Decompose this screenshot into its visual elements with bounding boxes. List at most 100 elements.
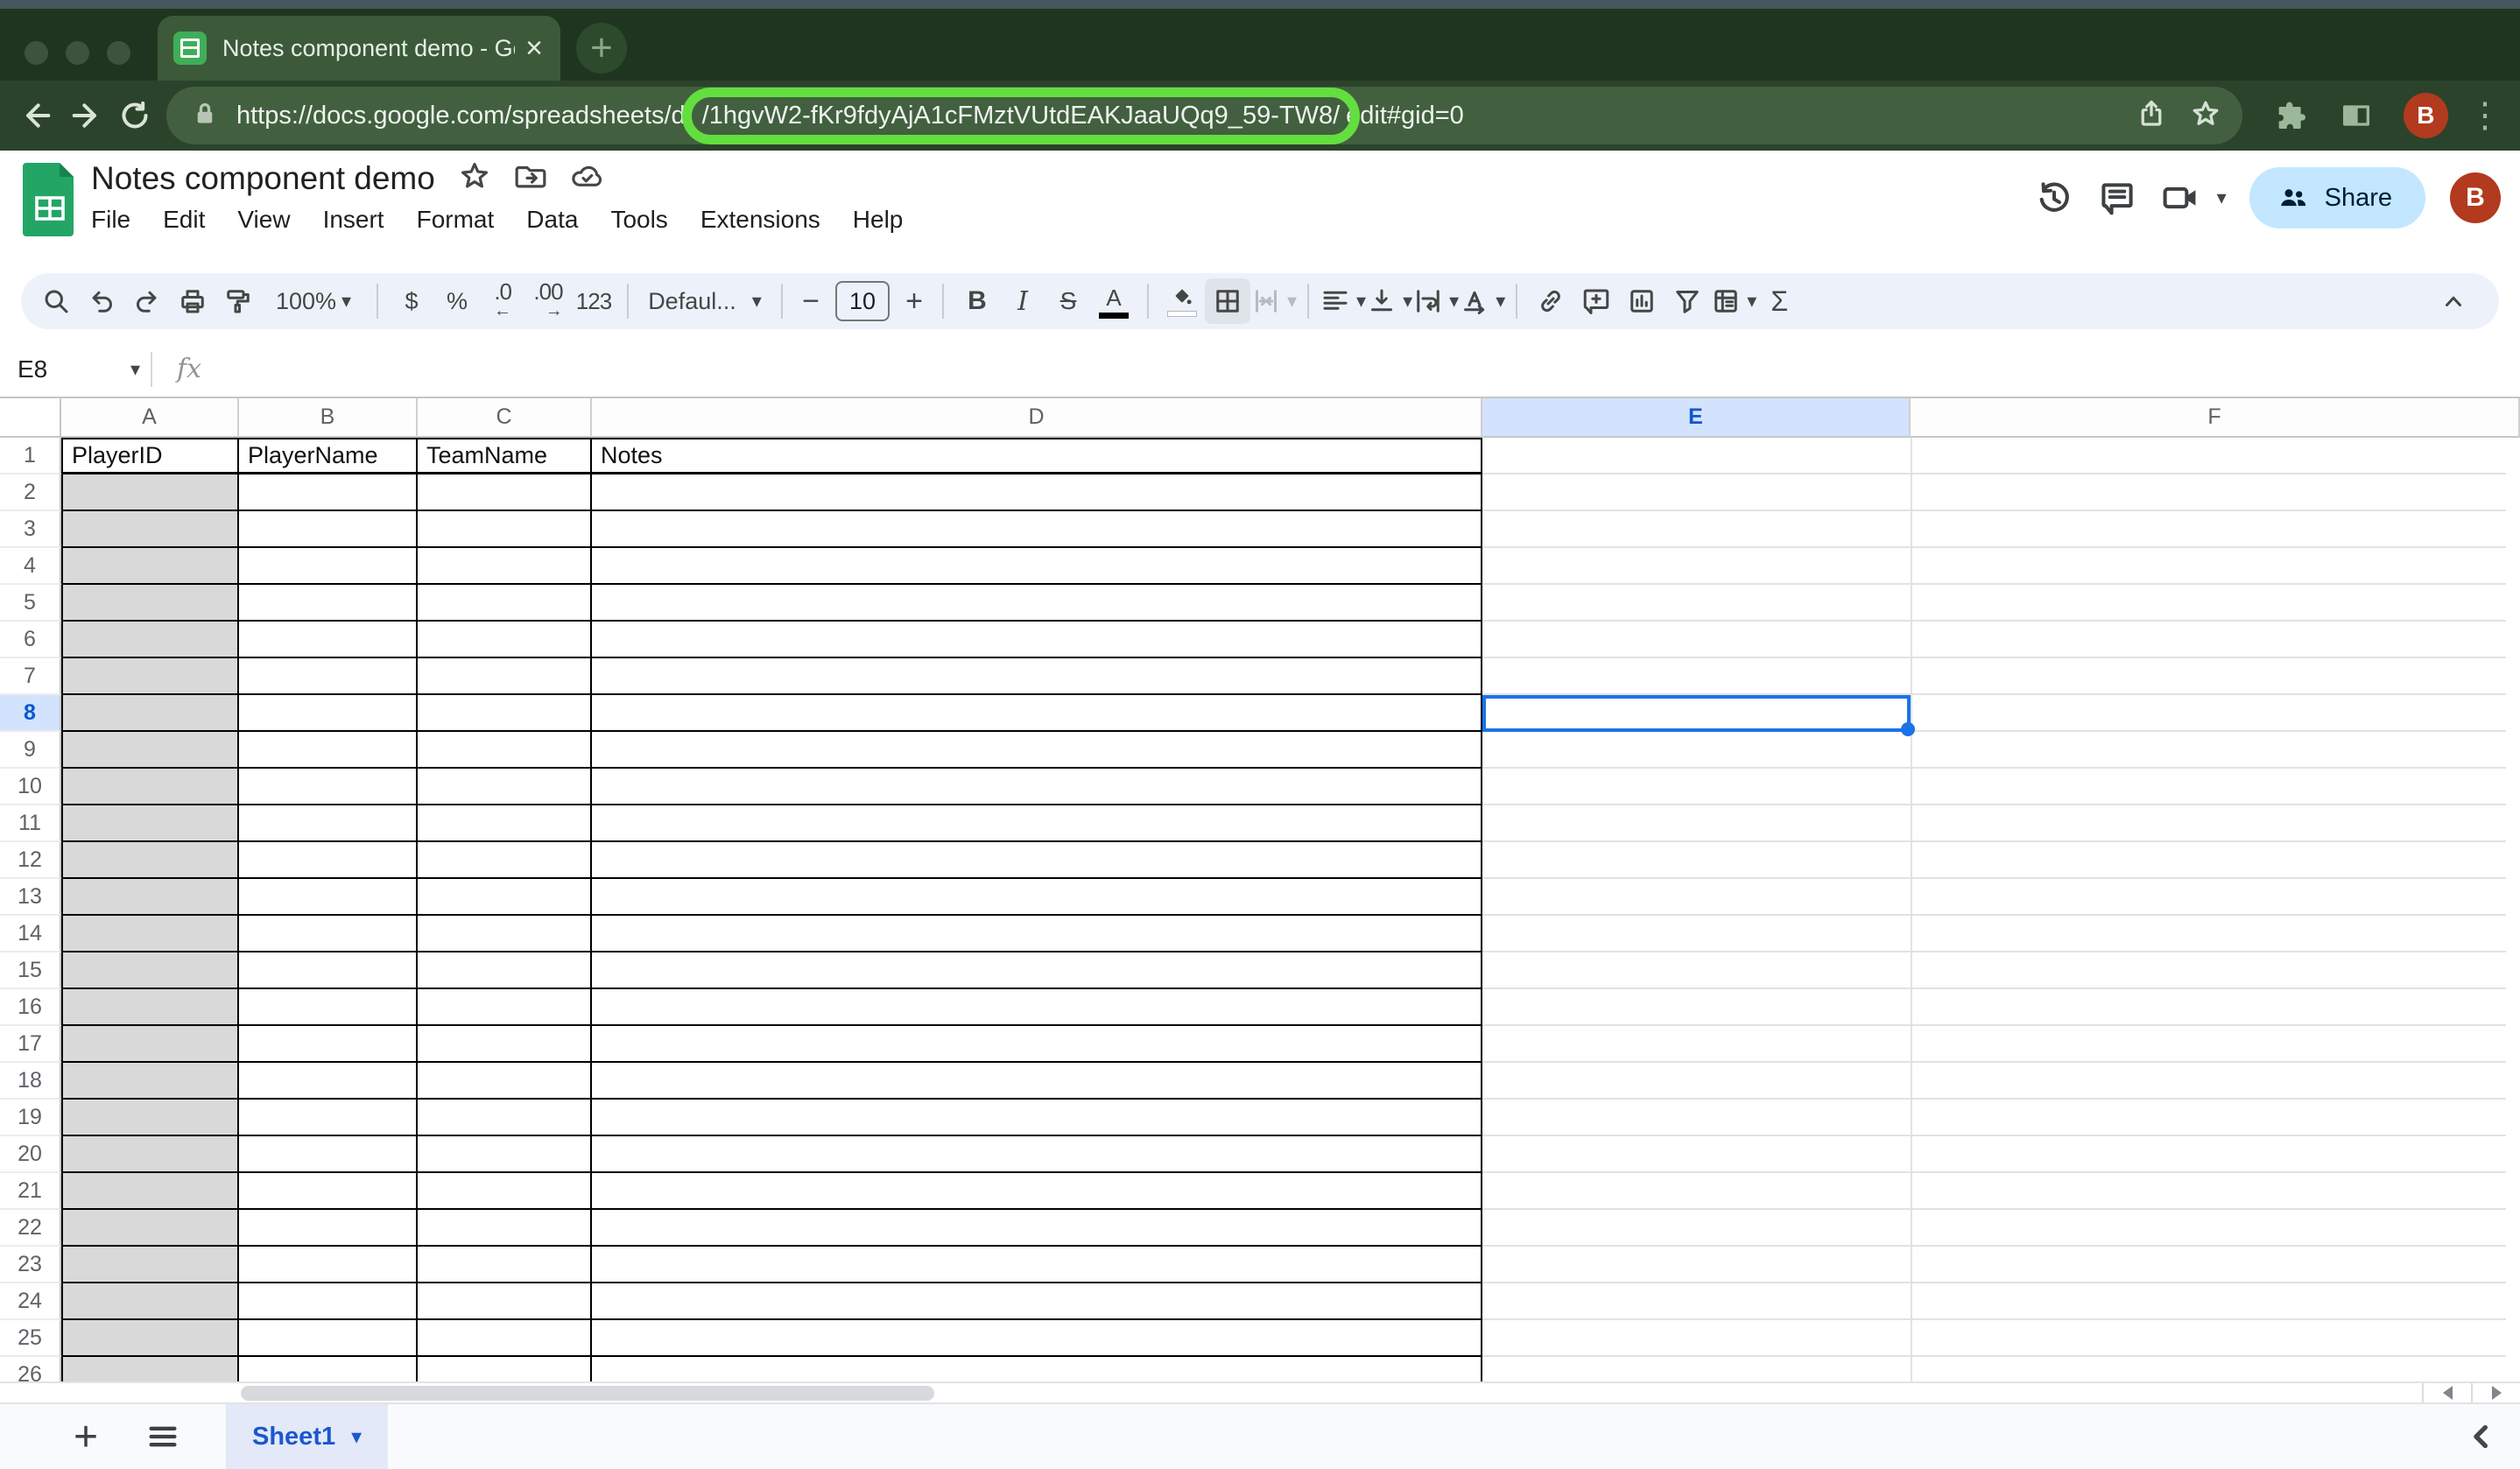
cell-C24[interactable] [418,1283,592,1320]
row-header-9[interactable]: 9 [0,732,61,769]
italic-button[interactable]: I [1000,278,1045,324]
select-all-corner[interactable] [0,398,61,438]
cell-B17[interactable] [239,1026,418,1063]
cell-D18[interactable] [592,1063,1482,1100]
new-tab-button[interactable]: + [576,23,627,74]
cell-D2[interactable] [592,474,1482,511]
cell-D10[interactable] [592,769,1482,805]
cell-A14[interactable] [61,916,239,952]
version-history-icon[interactable] [2023,166,2086,229]
document-title[interactable]: Notes component demo [91,160,435,197]
cell-D22[interactable] [592,1210,1482,1247]
cell-D7[interactable] [592,658,1482,695]
borders-button[interactable] [1205,278,1250,324]
sheet-tab-caret-icon[interactable]: ▾ [351,1424,362,1450]
cloud-saved-icon[interactable] [570,159,603,197]
row-header-20[interactable]: 20 [0,1136,61,1173]
cell-C17[interactable] [418,1026,592,1063]
cell-C5[interactable] [418,585,592,622]
font-size-input[interactable]: 10 [835,281,890,321]
row-header-22[interactable]: 22 [0,1210,61,1247]
cell-D24[interactable] [592,1283,1482,1320]
cell-B1[interactable]: PlayerName [239,438,418,474]
forward-button[interactable] [61,91,110,140]
cell-D8[interactable] [592,695,1482,732]
cell-D25[interactable] [592,1320,1482,1357]
format-percent-button[interactable]: % [434,278,480,324]
cell-D21[interactable] [592,1173,1482,1210]
name-box-caret-icon[interactable]: ▾ [130,358,140,381]
zoom-select[interactable]: 100%▾ [261,278,366,324]
cell-B18[interactable] [239,1063,418,1100]
sheet-tab-sheet1[interactable]: Sheet1 ▾ [226,1404,388,1469]
cell-D19[interactable] [592,1100,1482,1136]
insert-chart-icon[interactable] [1619,278,1665,324]
row-header-2[interactable]: 2 [0,474,61,511]
close-window-button[interactable] [25,41,48,65]
strikethrough-button[interactable]: S [1045,278,1091,324]
cell-C14[interactable] [418,916,592,952]
redo-icon[interactable] [124,278,170,324]
cell-A2[interactable] [61,474,239,511]
cell-D16[interactable] [592,989,1482,1026]
browser-menu-kebab-icon[interactable]: ⋮ [2467,98,2502,133]
cell-B24[interactable] [239,1283,418,1320]
star-document-icon[interactable] [458,159,491,197]
column-header-C[interactable]: C [418,398,592,438]
row-header-8[interactable]: 8 [0,695,61,732]
cell-A4[interactable] [61,548,239,585]
cell-B7[interactable] [239,658,418,695]
cell-D13[interactable] [592,879,1482,916]
cell-B2[interactable] [239,474,418,511]
open-side-panel-chevron-icon[interactable] [2455,1410,2508,1463]
spreadsheet-grid[interactable]: ABCDEF1234567891011121314151617181920212… [0,398,2520,1381]
cell-D6[interactable] [592,622,1482,658]
tab-close-icon[interactable]: × [525,33,543,63]
share-page-icon[interactable] [2136,98,2167,134]
menu-edit[interactable]: Edit [163,206,205,234]
zoom-window-button[interactable] [107,41,130,65]
cell-B21[interactable] [239,1173,418,1210]
cell-A22[interactable] [61,1210,239,1247]
horizontal-scrollbar[interactable] [0,1381,2520,1404]
cell-A21[interactable] [61,1173,239,1210]
paint-format-icon[interactable] [215,278,261,324]
cell-A5[interactable] [61,585,239,622]
row-header-1[interactable]: 1 [0,438,61,474]
cell-A15[interactable] [61,952,239,989]
back-button[interactable] [12,91,61,140]
cell-B12[interactable] [239,842,418,879]
cell-D4[interactable] [592,548,1482,585]
cell-C8[interactable] [418,695,592,732]
cell-B5[interactable] [239,585,418,622]
cell-C18[interactable] [418,1063,592,1100]
row-header-4[interactable]: 4 [0,548,61,585]
row-header-12[interactable]: 12 [0,842,61,879]
text-rotation-button[interactable]: ▾ [1459,278,1505,324]
cell-C4[interactable] [418,548,592,585]
sheets-logo[interactable] [23,163,77,241]
cell-D17[interactable] [592,1026,1482,1063]
cell-C21[interactable] [418,1173,592,1210]
more-formats-button[interactable]: 123 [571,278,616,324]
insert-link-icon[interactable] [1528,278,1573,324]
cell-C7[interactable] [418,658,592,695]
cell-C23[interactable] [418,1247,592,1283]
column-header-B[interactable]: B [239,398,418,438]
row-header-5[interactable]: 5 [0,585,61,622]
cell-C1[interactable]: TeamName [418,438,592,474]
cell-A13[interactable] [61,879,239,916]
cell-A6[interactable] [61,622,239,658]
row-header-18[interactable]: 18 [0,1063,61,1100]
cell-D12[interactable] [592,842,1482,879]
all-sheets-menu-icon[interactable] [137,1410,189,1463]
cell-B8[interactable] [239,695,418,732]
decrease-font-size-button[interactable]: − [793,278,828,324]
row-header-25[interactable]: 25 [0,1320,61,1357]
cell-C12[interactable] [418,842,592,879]
cell-A23[interactable] [61,1247,239,1283]
menu-extensions[interactable]: Extensions [700,206,820,234]
cell-C13[interactable] [418,879,592,916]
table-views-icon[interactable]: ▾ [1710,278,1756,324]
search-menus-icon[interactable] [33,278,79,324]
